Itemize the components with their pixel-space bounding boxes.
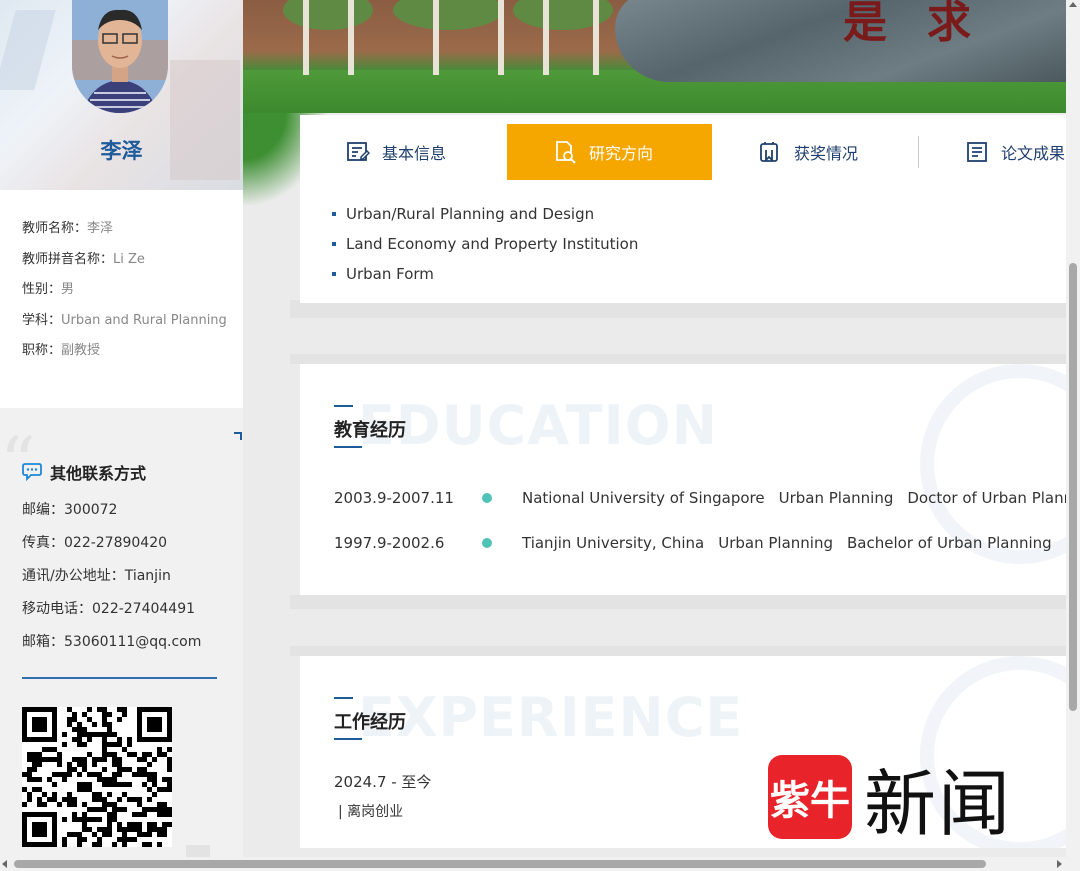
tabs-card: 基本信息 研究方向 获奖情况 论文成果 Urban/Rural Planning… <box>300 115 1066 303</box>
avatar <box>72 0 168 113</box>
horizontal-scrollbar[interactable] <box>0 857 1080 871</box>
info-key: 教师拼音名称： <box>22 251 114 267</box>
header-decoration <box>0 10 56 90</box>
experience-description: | 离岗创业 <box>338 804 404 820</box>
list-item: Urban Form <box>332 259 638 289</box>
logo-badge: 紫牛 <box>768 755 852 839</box>
contact-fax: 传真：022-27890420 <box>22 535 168 551</box>
info-key: 职称： <box>22 343 62 358</box>
list-item: Urban/Rural Planning and Design <box>332 199 638 229</box>
info-value: Urban and Rural Planning <box>61 312 227 328</box>
tree-trunk <box>543 0 549 75</box>
scroll-right-icon[interactable] <box>1057 860 1062 868</box>
tree-trunk <box>348 0 354 75</box>
school: Tianjin University, China <box>522 534 705 552</box>
title-accent-bar <box>334 446 362 448</box>
title-accent-bar <box>334 697 353 699</box>
tab-label: 论文成果 <box>1001 144 1066 163</box>
contact-phone: 移动电话：022-27404491 <box>22 601 196 617</box>
tab-bar: 基本信息 研究方向 获奖情况 论文成果 <box>300 124 1066 180</box>
tab-basic-info[interactable]: 基本信息 <box>300 124 507 180</box>
experience-date: 2024.7 - 至今 <box>334 773 432 791</box>
timeline-date: 1997.9-2002.6 <box>334 534 445 552</box>
tree-trunk <box>303 0 309 75</box>
contact-section: “ 其他联系方式 邮编：300072 传真：022-27890420 通讯/办公… <box>0 408 243 871</box>
scroll-up-icon[interactable] <box>1069 2 1077 7</box>
card-shadow <box>290 354 1066 364</box>
contact-email[interactable]: 邮箱：53060111@qq.com <box>22 631 201 651</box>
info-value: 副教授 <box>61 343 101 358</box>
profile-form-icon <box>346 140 371 164</box>
major: Urban Planning <box>778 489 894 507</box>
timeline-date: 2003.9-2007.11 <box>334 489 454 507</box>
timeline-row: 1997.9-2002.6 Tianjin University, China … <box>334 534 1066 552</box>
chat-bubble-icon <box>22 462 44 482</box>
section-bg-word: EDUCATION <box>358 394 718 457</box>
title-accent-bar <box>334 738 362 740</box>
info-key: 教师名称： <box>22 221 88 236</box>
paper-list-icon <box>965 140 989 164</box>
section-bg-word: EXPERIENCE <box>358 686 744 749</box>
info-row-name: 教师名称：李泽 <box>22 220 243 251</box>
scrollbar-thumb[interactable] <box>14 860 986 868</box>
tree-foliage <box>283 0 373 30</box>
info-row-gender: 性别：男 <box>22 281 243 312</box>
scrollbar-thumb[interactable] <box>1069 263 1077 711</box>
qr-code <box>22 707 172 847</box>
info-row-title: 职称：副教授 <box>22 342 243 373</box>
contact-title: 其他联系方式 <box>22 460 146 484</box>
school: National University of Singapore <box>522 489 765 507</box>
logo-wordmark: 新闻 <box>864 761 1013 846</box>
corner-decoration <box>234 432 242 440</box>
degree: Doctor of Urban Planning <box>907 489 1066 507</box>
section-title: 教育经历 <box>334 420 406 441</box>
info-row-discipline: 学科：Urban and Rural Planning <box>22 312 243 343</box>
card-shadow <box>290 646 1066 656</box>
tab-label: 获奖情况 <box>794 144 859 163</box>
degree: Bachelor of Urban Planning <box>846 534 1052 552</box>
tab-papers[interactable]: 论文成果 <box>919 124 1066 180</box>
vertical-scrollbar[interactable] <box>1066 0 1080 857</box>
title-accent-bar <box>334 405 353 407</box>
research-directions-list: Urban/Rural Planning and Design Land Eco… <box>332 199 638 289</box>
info-row-pinyin: 教师拼音名称：Li Ze <box>22 251 243 282</box>
info-value: 男 <box>61 282 75 297</box>
contact-divider <box>22 677 217 679</box>
scroll-left-icon[interactable] <box>2 860 7 868</box>
banner-image: 是求 <box>243 0 1066 113</box>
profile-header: 李泽 <box>0 0 243 190</box>
education-card: EDUCATION 教育经历 2003.9-2007.11 National U… <box>300 364 1066 595</box>
banner-stone-text: 是求 <box>843 0 1011 48</box>
tab-awards[interactable]: 获奖情况 <box>712 124 918 180</box>
tab-research[interactable]: 研究方向 <box>507 124 712 180</box>
major: Urban Planning <box>718 534 833 552</box>
tab-label: 研究方向 <box>589 144 654 163</box>
research-search-icon <box>553 140 577 164</box>
tree-trunk <box>433 0 439 75</box>
list-item: Land Economy and Property Institution <box>332 229 638 259</box>
card-shadow <box>290 595 1066 609</box>
contact-title-text: 其他联系方式 <box>50 464 147 483</box>
tab-label: 基本信息 <box>382 144 447 163</box>
award-certificate-icon <box>758 140 782 164</box>
timeline-dot-icon <box>482 538 492 548</box>
contact-postcode: 邮编：300072 <box>22 502 118 518</box>
teacher-name: 李泽 <box>100 139 143 163</box>
info-key: 学科： <box>22 312 62 328</box>
contact-address: 通讯/办公地址：Tianjin <box>22 568 171 584</box>
info-key: 性别： <box>22 282 62 297</box>
info-value: 李泽 <box>87 221 114 236</box>
info-value: Li Ze <box>113 251 145 267</box>
tree-foliage <box>393 0 503 30</box>
tree-trunk <box>593 0 599 75</box>
section-title: 工作经历 <box>334 712 406 733</box>
timeline-dot-icon <box>482 493 492 503</box>
sidebar: 李泽 教师名称：李泽 教师拼音名称：Li Ze 性别：男 学科：Urban an… <box>0 0 243 871</box>
timeline-row: 2003.9-2007.11 National University of Si… <box>334 489 1066 507</box>
basic-info-list: 教师名称：李泽 教师拼音名称：Li Ze 性别：男 学科：Urban and R… <box>0 190 243 408</box>
news-watermark-logo: 紫牛 新闻 <box>768 755 1012 846</box>
tree-trunk <box>498 0 504 75</box>
